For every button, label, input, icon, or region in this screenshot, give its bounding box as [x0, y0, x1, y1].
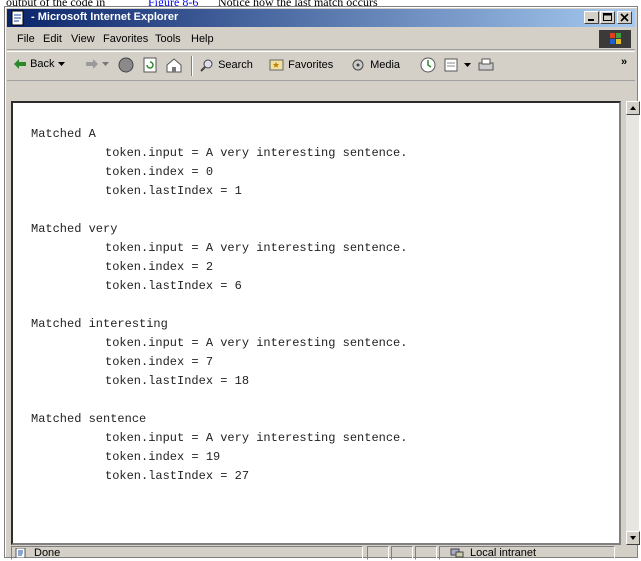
script-output: Matched A token.input = A very interestin…	[31, 125, 407, 505]
ie-page-icon	[11, 10, 24, 26]
toolbar-overflow-icon[interactable]: »	[621, 56, 627, 68]
stop-icon[interactable]	[117, 56, 135, 74]
home-icon[interactable]	[165, 56, 183, 74]
close-icon	[620, 13, 629, 22]
status-pane-empty	[367, 546, 389, 560]
media-label: Media	[370, 58, 401, 71]
chevron-down-icon	[57, 62, 65, 67]
close-button[interactable]	[617, 11, 632, 24]
favorites-label: Favorites	[288, 58, 334, 71]
status-pane-empty	[391, 546, 413, 560]
arrow-up-icon	[630, 106, 636, 110]
history-icon[interactable]	[419, 56, 437, 74]
token-property-line: token.index = 2	[105, 260, 214, 274]
search-label: Search	[218, 58, 253, 71]
forward-arrow-icon	[86, 59, 98, 70]
token-property-line: token.index = 0	[105, 165, 214, 179]
menu-tools[interactable]: Tools	[155, 33, 181, 45]
maximize-button[interactable]	[600, 11, 615, 24]
menu-file[interactable]: File	[17, 33, 35, 45]
back-arrow-icon	[14, 59, 26, 70]
token-property-line: token.index = 19	[105, 450, 221, 464]
media-button[interactable]: Media	[351, 58, 400, 72]
browser-window: - Microsoft Internet Explorer File Edit …	[4, 6, 640, 561]
chevron-down-icon	[464, 63, 472, 67]
favorites-button[interactable]: Favorites	[269, 58, 333, 72]
menu-favorites[interactable]: Favorites	[103, 33, 148, 45]
match-block: Matched interesting token.input = A very …	[31, 315, 407, 391]
token-property-line: token.index = 7	[105, 355, 214, 369]
menu-help[interactable]: Help	[191, 33, 214, 45]
menu-bar: File Edit View Favorites Tools Help	[7, 29, 635, 50]
mail-icon	[444, 58, 458, 72]
back-label: Back	[30, 58, 55, 70]
favorites-icon	[269, 59, 284, 71]
back-button[interactable]: Back	[13, 58, 65, 70]
token-property-line: token.lastIndex = 18	[105, 374, 250, 388]
token-property-line: token.lastIndex = 1	[105, 184, 242, 198]
standard-toolbar: Back Search Favorites Media »	[7, 51, 635, 81]
window-title: - Microsoft Internet Explorer	[31, 11, 179, 23]
intranet-icon	[450, 548, 464, 558]
mail-button[interactable]	[443, 56, 472, 74]
minimize-button[interactable]	[584, 11, 599, 24]
token-property-line: token.input = A very interesting sentenc…	[105, 431, 408, 445]
page-done-icon	[15, 548, 26, 558]
scroll-up-button[interactable]	[626, 101, 640, 115]
page-content: Matched A token.input = A very interestin…	[11, 101, 621, 545]
media-icon	[352, 59, 364, 71]
match-block: Matched A token.input = A very interestin…	[31, 125, 407, 201]
match-heading: Matched A	[31, 127, 96, 141]
token-property-line: token.lastIndex = 6	[105, 279, 242, 293]
refresh-icon[interactable]	[141, 56, 159, 74]
forward-button[interactable]	[85, 58, 110, 70]
search-button[interactable]: Search	[199, 58, 253, 72]
token-property-line: token.input = A very interesting sentenc…	[105, 336, 408, 350]
windows-flag-icon	[610, 33, 621, 44]
match-heading: Matched interesting	[31, 317, 168, 331]
match-block: Matched sentence token.input = A very int…	[31, 410, 407, 486]
status-bar: Done Local intranet	[7, 545, 635, 561]
status-text: Done	[34, 547, 61, 559]
windows-logo-icon	[599, 30, 631, 48]
arrow-down-icon	[630, 536, 636, 540]
status-pane: Done	[11, 546, 363, 560]
scroll-down-button[interactable]	[626, 531, 640, 545]
search-icon	[200, 59, 213, 72]
match-heading: Matched very	[31, 222, 118, 236]
status-pane-empty	[415, 546, 437, 560]
menu-edit[interactable]: Edit	[43, 33, 62, 45]
security-zone-label: Local intranet	[470, 547, 537, 559]
print-icon[interactable]	[477, 56, 495, 74]
token-property-line: token.input = A very interesting sentenc…	[105, 241, 408, 255]
maximize-icon	[603, 13, 612, 21]
security-zone-pane[interactable]: Local intranet	[439, 546, 615, 560]
match-block: Matched very token.input = A very interes…	[31, 220, 407, 296]
toolbar-separator	[191, 56, 192, 76]
match-heading: Matched sentence	[31, 412, 147, 426]
title-bar[interactable]: - Microsoft Internet Explorer	[7, 9, 635, 27]
vertical-scrollbar[interactable]	[625, 101, 640, 545]
menu-view[interactable]: View	[71, 33, 95, 45]
token-property-line: token.lastIndex = 27	[105, 469, 250, 483]
chevron-down-icon	[102, 62, 110, 67]
token-property-line: token.input = A very interesting sentenc…	[105, 146, 408, 160]
minimize-icon	[588, 19, 594, 21]
